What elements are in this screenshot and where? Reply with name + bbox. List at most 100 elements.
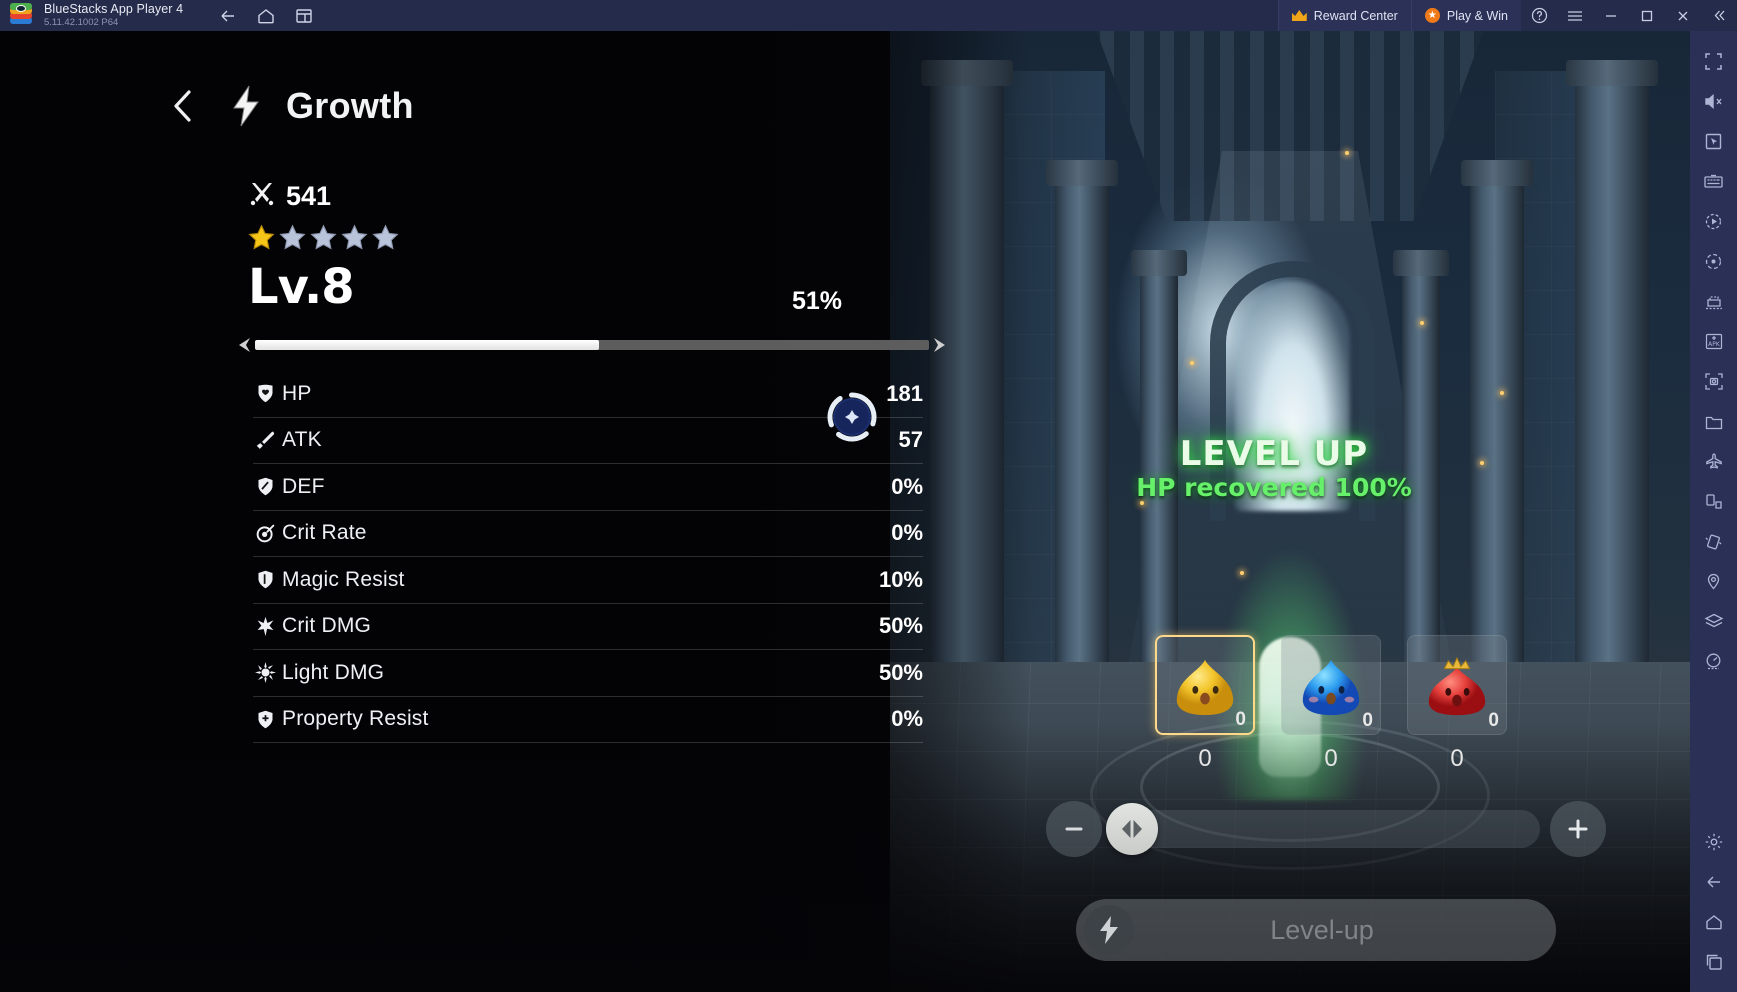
material-card-blue-slime[interactable]: 0: [1281, 635, 1381, 735]
titlebar-multi-instance-icon[interactable]: [287, 0, 321, 31]
stat-row: HP 181: [253, 371, 923, 418]
play-and-win-label: Play & Win: [1446, 8, 1508, 23]
quantity-slider-knob[interactable]: [1106, 803, 1158, 855]
stat-label: ATK: [282, 428, 322, 452]
increase-quantity-button[interactable]: [1550, 801, 1606, 857]
arrow-left-icon[interactable]: [236, 336, 252, 354]
layers-icon[interactable]: [1695, 601, 1733, 641]
stat-value: 0%: [891, 520, 923, 546]
experience-bar[interactable]: [255, 340, 929, 350]
install-apk-icon[interactable]: APK: [1695, 321, 1733, 361]
stat-row: ATK 57: [253, 418, 923, 464]
stat-row: Magic Resist 10%: [253, 557, 923, 604]
level-up-banner-subtitle: HP recovered 100%: [1136, 473, 1412, 502]
close-icon[interactable]: [1665, 0, 1701, 31]
star-filled-icon: [248, 224, 275, 251]
cursor-icon[interactable]: [1695, 121, 1733, 161]
screenshot-icon[interactable]: [1695, 361, 1733, 401]
window-controls: [1521, 0, 1737, 31]
target-icon: [253, 521, 277, 545]
stat-label: Property Resist: [282, 707, 429, 731]
titlebar-back-arrow-icon[interactable]: [211, 0, 245, 31]
material-badge: 0: [1235, 709, 1246, 730]
back-chevron-icon[interactable]: [160, 83, 206, 129]
bluestacks-window: BlueStacks App Player 4 5.11.42.1002 P64…: [0, 0, 1737, 992]
quantity-stepper: [1046, 799, 1606, 859]
lightning-bolt-icon: [228, 84, 264, 128]
play-and-win-button[interactable]: ★ Play & Win: [1410, 0, 1521, 31]
macro-record-icon[interactable]: [1695, 201, 1733, 241]
script-icon[interactable]: [1695, 241, 1733, 281]
page-title: Growth: [286, 85, 414, 126]
star-rating: [248, 224, 399, 251]
stat-row: DEF 0%: [253, 464, 923, 511]
recent-apps-icon[interactable]: [1695, 942, 1733, 982]
rotate-screen-icon[interactable]: [1695, 481, 1733, 521]
arrow-right-icon[interactable]: [932, 336, 948, 354]
keyboard-icon[interactable]: [1695, 161, 1733, 201]
material-badge: 0: [1362, 710, 1373, 731]
help-question-mark-icon[interactable]: [1521, 0, 1557, 31]
collapse-double-chevron-left-icon[interactable]: [1701, 0, 1737, 31]
sun-icon: [253, 661, 277, 685]
growth-panel: Growth 541 Lv.8 51% HP 181 ATK 57 DEF 0%…: [0, 31, 960, 992]
hamburger-menu-icon[interactable]: [1557, 0, 1593, 31]
material-card-red-slime[interactable]: 0: [1407, 635, 1507, 735]
stat-value: 10%: [878, 566, 923, 592]
stat-value: 57: [898, 427, 923, 453]
location-icon[interactable]: [1695, 561, 1733, 601]
settings-gear-icon[interactable]: [1695, 822, 1733, 862]
stat-label: Magic Resist: [282, 567, 405, 591]
quantity-slider-track[interactable]: [1106, 803, 1540, 855]
performance-icon[interactable]: [1695, 641, 1733, 681]
level-up-button[interactable]: Level-up: [1076, 899, 1556, 961]
material-card-gold-slime[interactable]: 0: [1155, 635, 1255, 735]
material-badge: 0: [1488, 710, 1499, 731]
fullscreen-icon[interactable]: [1695, 41, 1733, 81]
multi-instance-manager-icon[interactable]: [1695, 281, 1733, 321]
app-title: BlueStacks App Player 4: [44, 2, 184, 17]
svg-text:APK: APK: [1708, 341, 1721, 348]
stats-list: HP 181 ATK 57 DEF 0% Crit Rate 0% Magic …: [253, 371, 923, 743]
stat-value: 0%: [891, 473, 923, 499]
material-slot: 0 0: [1281, 635, 1381, 773]
decrease-quantity-button[interactable]: [1046, 801, 1102, 857]
minimize-icon[interactable]: [1593, 0, 1629, 31]
stat-row: Crit Rate 0%: [253, 511, 923, 557]
mute-icon[interactable]: [1695, 81, 1733, 121]
reward-center-label: Reward Center: [1313, 8, 1398, 23]
level-up-banner-title: LEVEL UP: [1179, 434, 1369, 474]
titlebar-nav-group: [211, 0, 321, 31]
bluestacks-sidebar: APK: [1690, 31, 1737, 992]
app-identity: BlueStacks App Player 4 5.11.42.1002 P64: [44, 3, 183, 27]
title-bar: BlueStacks App Player 4 5.11.42.1002 P64…: [0, 0, 1737, 31]
stat-label: HP: [282, 381, 312, 405]
titlebar-home-icon[interactable]: [249, 0, 283, 31]
shake-icon[interactable]: [1695, 521, 1733, 561]
maximize-icon[interactable]: [1629, 0, 1665, 31]
stat-row: Crit DMG 50%: [253, 604, 923, 650]
property-shield-icon: [253, 707, 277, 731]
hp-stat-orb-icon[interactable]: [826, 391, 878, 443]
star-badge-icon: ★: [1424, 8, 1440, 23]
shield-icon: [253, 475, 277, 499]
combat-power-value: 541: [286, 181, 332, 211]
stat-value: 50%: [878, 659, 923, 685]
airplane-icon[interactable]: [1695, 441, 1733, 481]
combat-power: 541: [248, 181, 331, 212]
material-slot: 0 0: [1155, 635, 1255, 773]
material-slot-list: 0 0 0 0 0 0: [1155, 635, 1507, 773]
stat-value: 50%: [878, 613, 923, 639]
level-label: Lv.8: [248, 259, 355, 315]
level-progress-percent: 51%: [791, 287, 842, 315]
sidebar-back-arrow-icon[interactable]: [1695, 862, 1733, 902]
lightning-bolt-icon: [1084, 905, 1134, 955]
panel-header: Growth: [160, 83, 414, 129]
reward-center-button[interactable]: Reward Center: [1277, 0, 1411, 31]
crown-icon: [1291, 10, 1307, 21]
app-version: 5.11.42.1002 P64: [44, 16, 119, 28]
media-manager-icon[interactable]: [1695, 401, 1733, 441]
sidebar-home-icon[interactable]: [1695, 902, 1733, 942]
stat-value: 181: [886, 380, 923, 406]
crossed-swords-icon: [248, 181, 276, 212]
